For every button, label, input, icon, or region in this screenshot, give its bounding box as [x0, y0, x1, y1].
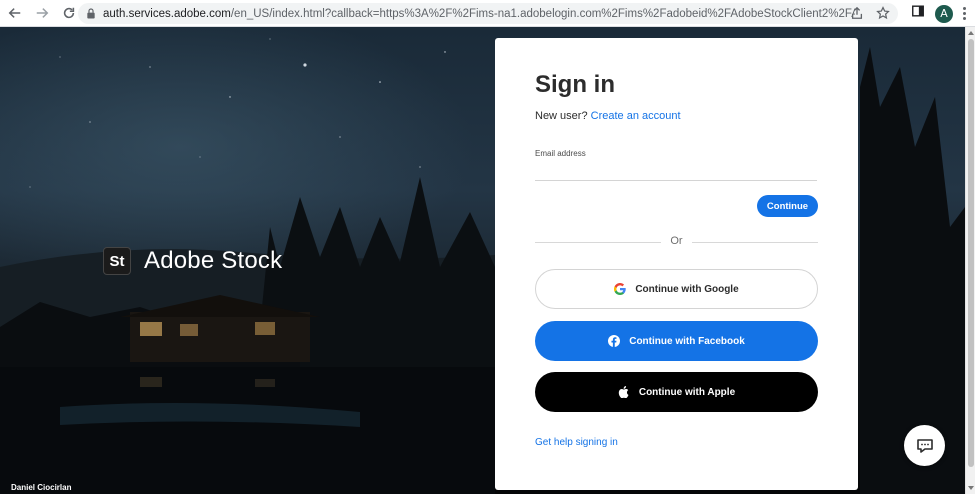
- adobe-stock-logo: St: [103, 247, 131, 275]
- page-title: Sign in: [535, 71, 615, 98]
- facebook-icon: [608, 335, 621, 347]
- reload-icon: [63, 7, 75, 19]
- address-bar[interactable]: auth.services.adobe.com/en_US/index.html…: [78, 3, 898, 24]
- avatar[interactable]: A: [935, 4, 953, 23]
- menu-icon[interactable]: [963, 7, 967, 20]
- scroll-up-arrow[interactable]: [968, 31, 974, 35]
- url-host: auth.services.adobe.com: [103, 7, 231, 20]
- or-divider: Or: [535, 235, 818, 249]
- or-text: Or: [670, 235, 683, 247]
- continue-button[interactable]: Continue: [757, 195, 818, 217]
- get-help-link[interactable]: Get help signing in: [535, 437, 618, 448]
- new-user-prompt: New user? Create an account: [535, 110, 681, 122]
- forward-arrow-icon: [36, 8, 49, 18]
- share-icon[interactable]: [850, 6, 864, 20]
- scrollbar-thumb[interactable]: [968, 39, 974, 467]
- continue-with-google-button[interactable]: Continue with Google: [535, 269, 818, 309]
- lock-icon: [87, 8, 95, 19]
- adobe-stock-brand: St Adobe Stock: [103, 247, 282, 275]
- apple-icon: [618, 386, 630, 398]
- browser-toolbar: auth.services.adobe.com/en_US/index.html…: [0, 0, 975, 27]
- chat-button[interactable]: [904, 425, 945, 466]
- side-panel-button[interactable]: [911, 4, 925, 23]
- google-icon: [614, 283, 627, 295]
- url-text: auth.services.adobe.com/en_US/index.html…: [103, 8, 855, 20]
- avatar-initial: A: [940, 7, 948, 20]
- back-arrow-icon: [8, 8, 21, 18]
- photo-credit: Daniel Ciocirlan: [11, 483, 72, 492]
- sign-in-card: Sign in New user? Create an account Emai…: [495, 38, 858, 490]
- scroll-down-arrow[interactable]: [968, 486, 974, 490]
- email-field[interactable]: [535, 162, 817, 181]
- continue-with-apple-button[interactable]: Continue with Apple: [535, 372, 818, 412]
- continue-with-facebook-button[interactable]: Continue with Facebook: [535, 321, 818, 361]
- forward-button[interactable]: [30, 1, 54, 25]
- facebook-label: Continue with Facebook: [629, 335, 745, 347]
- email-label: Email address: [535, 149, 586, 158]
- side-panel-icon: [912, 5, 924, 17]
- brand-name: Adobe Stock: [144, 247, 283, 274]
- new-user-text: New user?: [535, 110, 588, 122]
- chat-icon: [916, 438, 933, 453]
- url-path: /en_US/index.html?callback=https%3A%2F%2…: [230, 7, 855, 20]
- logo-text: St: [109, 252, 125, 270]
- back-button[interactable]: [3, 1, 27, 25]
- google-label: Continue with Google: [635, 283, 739, 295]
- apple-label: Continue with Apple: [638, 386, 736, 398]
- page-scrollbar[interactable]: [965, 27, 975, 494]
- star-icon[interactable]: [876, 6, 890, 20]
- create-account-link[interactable]: Create an account: [591, 110, 681, 122]
